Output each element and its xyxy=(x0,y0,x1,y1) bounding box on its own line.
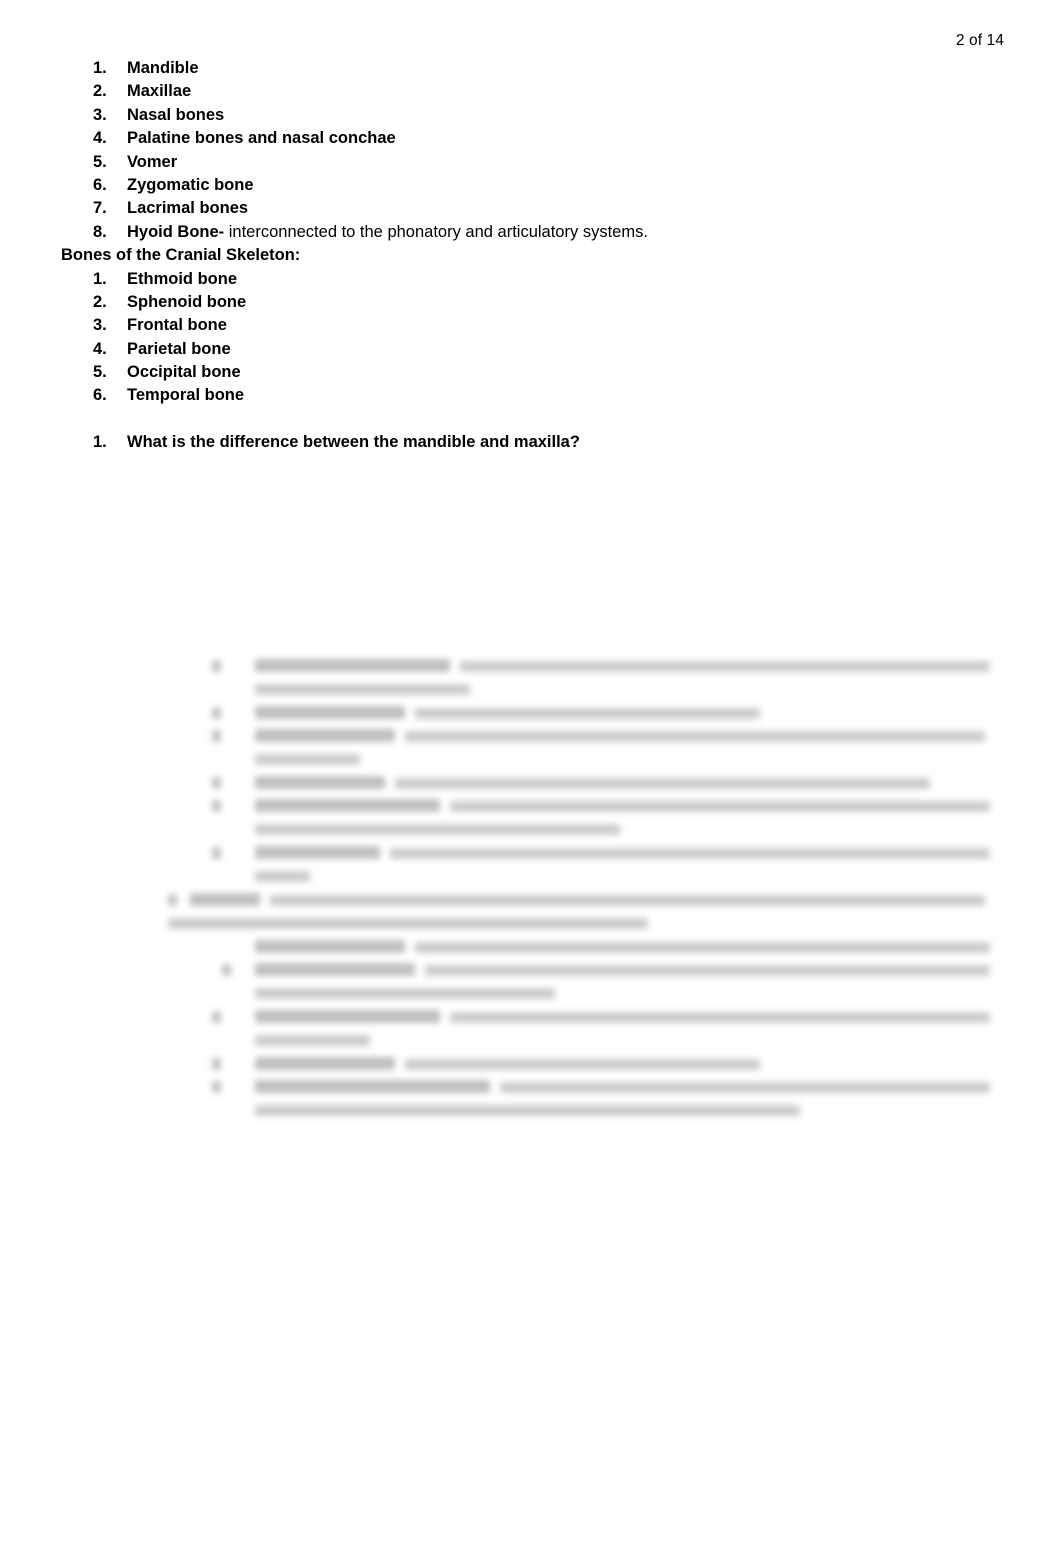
obscured-text-line xyxy=(415,708,760,719)
list-item-label: Nasal bones xyxy=(127,105,225,124)
list-item-label: Mandible xyxy=(127,59,199,77)
obscured-text-line xyxy=(255,940,405,953)
list-item-label: Maxillae xyxy=(127,82,192,101)
obscured-list-marker xyxy=(222,964,231,976)
obscured-text-line xyxy=(460,661,990,672)
list-item-label: Sphenoid bone xyxy=(127,292,247,311)
cranial-skeleton-heading: Bones of the Cranial Skeleton: xyxy=(61,246,301,265)
list-item-number: 1. xyxy=(93,269,107,288)
obscured-text-line xyxy=(405,1059,760,1070)
list-item-label: Vomer xyxy=(127,152,178,171)
list-item: 5. Vomer xyxy=(61,151,1001,174)
obscured-text-line xyxy=(255,754,360,765)
list-item-number: 1. xyxy=(93,59,107,77)
obscured-text-line xyxy=(168,918,648,929)
obscured-text-line xyxy=(255,776,385,789)
list-item-number: 3. xyxy=(93,105,107,124)
obscured-text-line xyxy=(255,871,310,882)
facial-bones-list: 1. Mandible 2. Maxillae 3. Nasal bones 4… xyxy=(61,57,1001,244)
list-item-number: 4. xyxy=(93,339,107,358)
obscured-text-line xyxy=(255,988,555,999)
obscured-list-marker xyxy=(168,894,177,906)
cranial-bones-list: 1. Ethmoid bone 2. Sphenoid bone 3. Fron… xyxy=(61,268,1001,408)
list-item-label: Lacrimal bones xyxy=(127,199,249,218)
page-number-indicator: 2 of 14 xyxy=(955,32,1004,49)
list-item-label: Parietal bone xyxy=(127,339,231,358)
document-body: 1. Mandible 2. Maxillae 3. Nasal bones 4… xyxy=(61,57,1001,455)
list-item-hyoid: 8. Hyoid Bone- interconnected to the pho… xyxy=(61,221,1001,244)
list-item-number: 1. xyxy=(93,433,107,452)
list-item-label: Ethmoid bone xyxy=(127,269,237,288)
obscured-text-line xyxy=(425,965,990,976)
obscured-text-line xyxy=(270,895,985,906)
obscured-text-line xyxy=(255,659,450,672)
obscured-text-line xyxy=(500,1082,990,1093)
list-item-number: 4. xyxy=(93,129,107,148)
obscured-text-line xyxy=(255,963,415,976)
obscured-list-marker xyxy=(212,847,221,859)
obscured-text-line xyxy=(255,846,380,859)
question-text: What is the difference between the mandi… xyxy=(127,433,580,452)
document-page: 2 of 14 1. Mandible 2. Maxillae 3. Nasal… xyxy=(0,0,1062,1556)
list-item-number: 5. xyxy=(93,363,107,382)
obscured-list-marker xyxy=(212,1081,221,1093)
list-item-number: 3. xyxy=(93,316,107,335)
question-list: 1. What is the difference between the ma… xyxy=(61,431,1001,454)
list-item-label: Zygomatic bone xyxy=(127,175,254,194)
obscured-text-line xyxy=(255,1080,490,1093)
list-item-label: Temporal bone xyxy=(127,386,245,405)
obscured-list-marker xyxy=(212,660,221,672)
list-item: 2. Sphenoid bone xyxy=(61,291,1001,314)
obscured-list-marker xyxy=(212,1011,221,1023)
list-item: 4. Palatine bones and nasal conchae xyxy=(61,127,1001,150)
blank-line-spacer xyxy=(61,408,1001,431)
obscured-text-line xyxy=(415,942,990,953)
obscured-text-line xyxy=(255,684,470,695)
obscured-text-line xyxy=(255,1010,440,1023)
obscured-list-marker xyxy=(212,777,221,789)
obscured-list-marker xyxy=(212,1058,221,1070)
obscured-text-line xyxy=(255,1057,395,1070)
obscured-text-line xyxy=(190,893,260,906)
list-item-label: Hyoid Bone- interconnected to the phonat… xyxy=(127,221,648,244)
list-item: 2. Maxillae xyxy=(61,80,1001,103)
obscured-text-line xyxy=(390,848,990,859)
list-item-number: 6. xyxy=(93,386,107,405)
list-item-label: Frontal bone xyxy=(127,316,227,335)
list-item: 1. Mandible xyxy=(61,57,1001,80)
obscured-text-line xyxy=(255,729,395,742)
obscured-text-region xyxy=(160,648,1000,1122)
obscured-text-line xyxy=(405,731,985,742)
list-item-number: 2. xyxy=(93,82,107,101)
list-item: 3. Frontal bone xyxy=(61,314,1001,337)
hyoid-bone-description: interconnected to the phonatory and arti… xyxy=(224,222,648,241)
list-item-number: 6. xyxy=(93,175,107,194)
list-item-label: Occipital bone xyxy=(127,363,241,382)
obscured-text-line xyxy=(255,1105,800,1116)
list-item: 3. Nasal bones xyxy=(61,104,1001,127)
list-item-number: 5. xyxy=(93,152,107,171)
obscured-text-line xyxy=(255,799,440,812)
list-item: 4. Parietal bone xyxy=(61,338,1001,361)
list-item: 1. Ethmoid bone xyxy=(61,268,1001,291)
list-item-number: 2. xyxy=(93,292,107,311)
obscured-text-line xyxy=(255,824,620,835)
obscured-list-marker xyxy=(212,707,221,719)
obscured-text-line xyxy=(395,778,930,789)
obscured-text-line xyxy=(255,1035,370,1046)
obscured-text-line xyxy=(450,801,990,812)
list-item-label: Palatine bones and nasal conchae xyxy=(127,129,396,148)
hyoid-bone-term: Hyoid Bone- xyxy=(127,222,225,241)
obscured-text-line xyxy=(255,706,405,719)
list-item: 6. Zygomatic bone xyxy=(61,174,1001,197)
list-item-number: 8. xyxy=(93,222,107,241)
obscured-list-marker xyxy=(212,730,221,742)
list-item: 5. Occipital bone xyxy=(61,361,1001,384)
obscured-list-marker xyxy=(212,800,221,812)
obscured-text-line xyxy=(450,1012,990,1023)
list-item: 7. Lacrimal bones xyxy=(61,197,1001,220)
list-item: 6. Temporal bone xyxy=(61,384,1001,407)
list-item-question: 1. What is the difference between the ma… xyxy=(61,431,1001,454)
list-item-number: 7. xyxy=(93,199,107,218)
